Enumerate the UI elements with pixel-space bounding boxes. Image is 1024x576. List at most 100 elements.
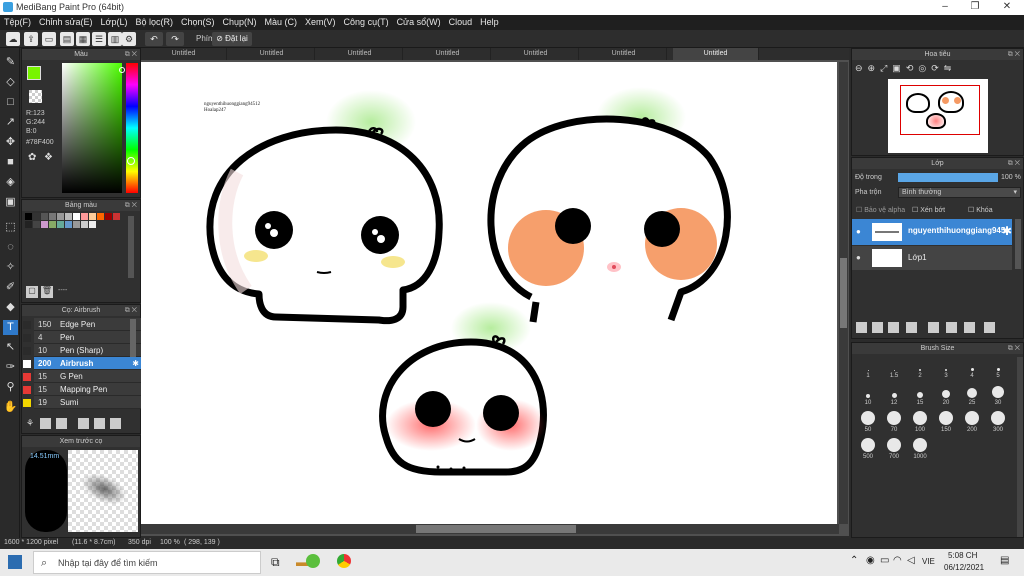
maximize-button[interactable]: ❐	[960, 0, 990, 15]
actual-size-icon[interactable]: ▣	[892, 63, 906, 73]
palette-scrollbar[interactable]	[128, 216, 134, 278]
tab-untitled[interactable]: Untitled	[229, 48, 315, 60]
palette-swatch[interactable]	[65, 213, 72, 220]
menu-window[interactable]: Cửa sổ(W)	[393, 15, 445, 27]
folder-icon[interactable]	[928, 322, 939, 333]
palette-swatch[interactable]	[49, 221, 56, 228]
brush-item[interactable]: 4 Pen	[23, 331, 142, 344]
panel-close-icon[interactable]: ⧉ ✕	[125, 305, 137, 316]
visibility-icon[interactable]: ●	[856, 253, 861, 262]
palette-swatch[interactable]	[33, 213, 40, 220]
cloud-icon[interactable]: ☁	[6, 32, 20, 46]
new-halftone-layer-icon[interactable]	[872, 322, 883, 333]
palette-swatch[interactable]	[89, 213, 96, 220]
brush-size-option[interactable]: 1.5	[882, 357, 906, 379]
list-icon[interactable]: ☰	[92, 32, 106, 46]
palette-swatch[interactable]	[41, 221, 48, 228]
palette-swatch[interactable]	[25, 221, 32, 228]
volume-icon[interactable]: ◁	[907, 555, 915, 566]
palette-swatch[interactable]	[57, 213, 64, 220]
brush-size-option[interactable]: 100	[908, 411, 932, 433]
menu-filter[interactable]: Bộ lọc(R)	[131, 15, 177, 27]
palette-swatch[interactable]	[89, 221, 96, 228]
chrome-taskbar-icon[interactable]	[337, 554, 351, 568]
select-pen-tool-icon[interactable]: ✐	[3, 280, 18, 295]
palette-swatch[interactable]	[25, 213, 32, 220]
brush-size-option[interactable]: 200	[960, 411, 984, 433]
rotate-right-icon[interactable]: ⟳	[931, 63, 944, 73]
operation-tool-icon[interactable]: ↖	[3, 340, 18, 355]
panel-icon[interactable]: ▤	[60, 32, 74, 46]
brush-item[interactable]: 200 Airbrush ✱	[23, 357, 142, 370]
brush-copy-icon[interactable]	[78, 418, 89, 429]
palette-swatch[interactable]	[97, 213, 104, 220]
grid-icon[interactable]: ▦	[76, 32, 90, 46]
zoom-out-icon[interactable]: ⊖	[855, 63, 868, 73]
palette-swatch[interactable]	[73, 221, 80, 228]
saturation-value-picker[interactable]	[62, 63, 122, 193]
bucket-tool-icon[interactable]: ◈	[3, 175, 18, 190]
brush-size-option[interactable]: 1000	[908, 438, 932, 460]
brush-size-option[interactable]: 70	[882, 411, 906, 433]
close-button[interactable]: ✕	[992, 0, 1022, 15]
tab-untitled[interactable]: Untitled	[141, 48, 227, 60]
undo-icon[interactable]: ↶	[145, 32, 163, 46]
reset-button[interactable]: ⊘ Đặt lại	[212, 32, 252, 46]
eyedropper-tool-icon[interactable]: ⚲	[3, 380, 18, 395]
brush-size-option[interactable]: 300	[986, 411, 1010, 433]
gradient-tool-icon[interactable]: ▣	[3, 195, 18, 210]
layout-icon[interactable]: ▥	[108, 32, 122, 46]
medibang-taskbar-icon[interactable]	[306, 554, 320, 568]
menu-cloud[interactable]: Cloud	[445, 15, 477, 27]
tab-untitled-active[interactable]: Untitled	[673, 48, 759, 60]
brush-scrollbar[interactable]	[130, 319, 136, 357]
palette-swatch[interactable]	[49, 213, 56, 220]
menu-view[interactable]: Xem(V)	[301, 15, 340, 27]
lasso-tool-icon[interactable]: ↗	[3, 115, 18, 130]
move-tool-icon[interactable]: ✥	[3, 135, 18, 150]
brush-delete-icon[interactable]	[94, 418, 105, 429]
tab-untitled[interactable]: Untitled	[581, 48, 667, 60]
panel-close-icon[interactable]: ⧉ ✕	[1008, 343, 1020, 354]
tray-app-icon[interactable]: ◉	[866, 555, 875, 566]
hue-cursor[interactable]	[127, 157, 135, 165]
canvas-hscrollbar[interactable]	[141, 524, 839, 534]
brush-settings-icon[interactable]: ✱	[132, 357, 139, 370]
drawing-canvas[interactable]: nguyenthihuonggiang94512 Hoalap247	[141, 62, 837, 524]
rotate-left-icon[interactable]: ⟲	[906, 63, 919, 73]
brush-size-option[interactable]: 2	[908, 357, 932, 379]
visibility-icon[interactable]: ●	[856, 227, 861, 236]
select-rect-tool-icon[interactable]: ⬚	[3, 220, 18, 235]
primary-color-swatch[interactable]	[27, 66, 41, 80]
share-icon[interactable]: ⇪	[24, 32, 38, 46]
panel-close-icon[interactable]: ⧉ ✕	[1008, 49, 1020, 60]
select-lasso-tool-icon[interactable]: ◌	[3, 240, 18, 255]
fill-rect-tool-icon[interactable]: ■	[3, 155, 18, 170]
brush-size-option[interactable]: 4	[960, 357, 984, 379]
menu-help[interactable]: Help	[476, 15, 503, 27]
menu-edit[interactable]: Chỉnh sửa(E)	[35, 15, 97, 27]
hand-tool-icon[interactable]: ✋	[3, 400, 18, 415]
clip-checkbox[interactable]: ☐ Xén bớt	[912, 206, 945, 214]
wifi-icon[interactable]: ◠	[893, 555, 902, 566]
brush-size-option[interactable]: 50	[856, 411, 880, 433]
brush-new-icon[interactable]	[40, 418, 51, 429]
brush-size-option[interactable]: 25	[960, 384, 984, 406]
canvas-vscrollbar[interactable]	[839, 62, 848, 524]
brush-item[interactable]: 150 Edge Pen	[23, 318, 142, 331]
navigator-thumbnail[interactable]	[888, 79, 988, 153]
brush-item[interactable]: 10 Pen (Sharp)	[23, 344, 142, 357]
merge-layer-icon[interactable]	[964, 322, 975, 333]
new-layer-icon[interactable]	[856, 322, 867, 333]
brush-item[interactable]: 15 G Pen	[23, 370, 142, 383]
palette-swatch[interactable]	[113, 213, 120, 220]
brush-item[interactable]: 15 Mapping Pen	[23, 383, 142, 396]
task-view-icon[interactable]: ⧉	[271, 555, 280, 570]
palette-swatch[interactable]	[41, 213, 48, 220]
comment-icon[interactable]: ▭	[42, 32, 56, 46]
menu-layer[interactable]: Lớp(L)	[97, 15, 132, 27]
brush-size-option[interactable]: 20	[934, 384, 958, 406]
clock-time[interactable]: 5:08 CH	[948, 551, 977, 560]
brush-size-option[interactable]: 500	[856, 438, 880, 460]
brush-size-option[interactable]: 30	[986, 384, 1010, 406]
